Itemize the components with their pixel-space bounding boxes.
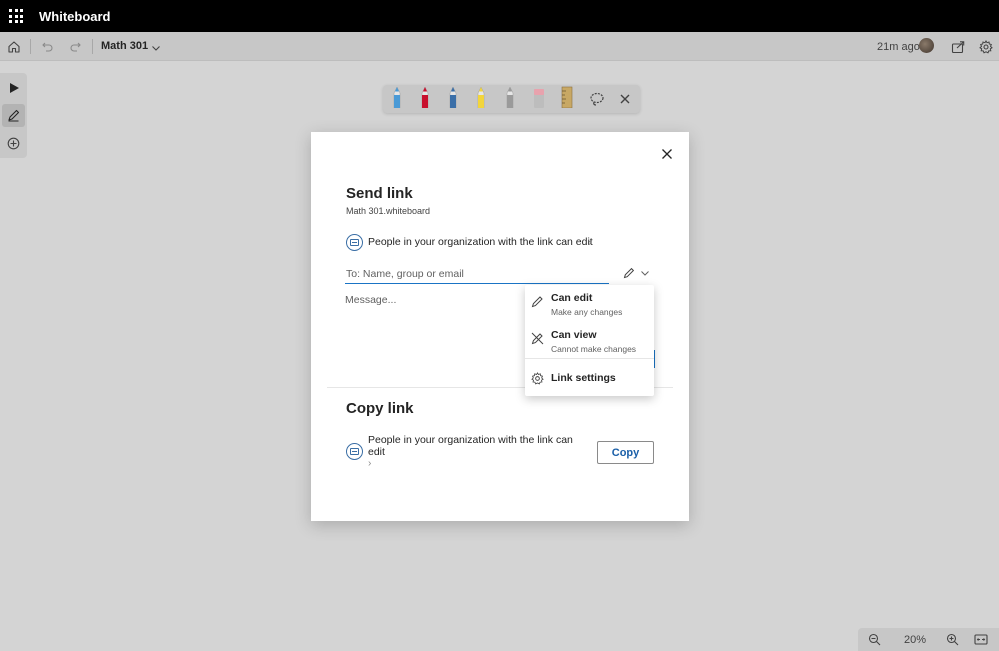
waffle-icon[interactable] [0, 0, 32, 32]
pink-eraser[interactable] [533, 86, 545, 113]
menu-item-link-settings[interactable]: Link settings [525, 368, 654, 390]
copy-link-title: Copy link [346, 400, 414, 417]
pointer-icon[interactable] [2, 76, 25, 99]
command-bar: Math 301 21m ago [0, 32, 999, 61]
share-icon[interactable] [948, 32, 968, 61]
redo-icon[interactable] [65, 32, 85, 61]
app-title: Whiteboard [39, 8, 111, 24]
gray-pen[interactable] [504, 86, 516, 113]
close-icon[interactable] [659, 146, 675, 162]
zoom-out-icon[interactable] [868, 633, 881, 646]
dark-blue-pen[interactable] [447, 86, 459, 113]
menu-divider [525, 358, 654, 359]
menu-item-desc: Make any changes [551, 307, 623, 317]
recipient-input[interactable] [345, 264, 609, 284]
chevron-right-icon[interactable]: › [588, 237, 592, 249]
pencil-off-icon [530, 331, 544, 345]
zoom-level: 20% [904, 634, 927, 646]
menu-item-desc: Cannot make changes [551, 344, 637, 354]
separator [30, 39, 31, 54]
saved-time: 21m ago [877, 41, 920, 53]
app-bar: Whiteboard [0, 0, 999, 32]
fit-screen-icon[interactable] [974, 633, 988, 646]
plus-circle-icon[interactable] [2, 132, 25, 155]
chevron-right-icon[interactable]: › [368, 458, 371, 469]
ruler[interactable] [561, 86, 573, 113]
organization-icon [346, 443, 363, 460]
pencil-icon [623, 267, 635, 279]
message-input[interactable] [345, 294, 521, 354]
permission-menu: Can edit Make any changes Can view Canno… [525, 285, 654, 396]
link-permission-text[interactable]: People in your organization with the lin… [368, 236, 593, 248]
copy-button[interactable]: Copy [597, 441, 654, 464]
chevron-down-icon[interactable] [151, 40, 161, 58]
zoom-in-icon[interactable] [946, 633, 959, 646]
undo-icon[interactable] [37, 32, 57, 61]
zoom-bar: 20% [858, 628, 999, 651]
pen-tray [383, 85, 640, 113]
chevron-down-icon [640, 268, 650, 278]
copy-link-permission-text[interactable]: People in your organization with the lin… [368, 434, 578, 458]
menu-item-title: Can view [551, 329, 597, 341]
menu-item-can-view[interactable]: Can view Cannot make changes [525, 327, 654, 359]
red-pen[interactable] [419, 86, 431, 113]
dialog-title: Send link [346, 185, 413, 202]
organization-icon [346, 234, 363, 251]
avatar[interactable] [919, 38, 934, 53]
lasso-icon[interactable] [589, 91, 605, 107]
pen-icon[interactable] [2, 104, 25, 127]
yellow-highlighter[interactable] [475, 86, 487, 113]
permission-picker[interactable] [620, 264, 654, 282]
blue-pen[interactable] [391, 86, 403, 113]
separator [92, 39, 93, 54]
close-icon[interactable] [618, 92, 632, 106]
menu-item-title: Can edit [551, 292, 593, 304]
home-icon[interactable] [4, 32, 24, 61]
file-name: Math 301.whiteboard [346, 206, 431, 216]
menu-item-can-edit[interactable]: Can edit Make any changes [525, 290, 654, 322]
menu-item-title: Link settings [551, 372, 616, 384]
board-name[interactable]: Math 301 [101, 40, 148, 52]
gear-icon [530, 371, 544, 385]
gear-icon[interactable] [976, 32, 996, 61]
left-toolbar [0, 73, 27, 158]
pencil-icon [530, 294, 544, 308]
